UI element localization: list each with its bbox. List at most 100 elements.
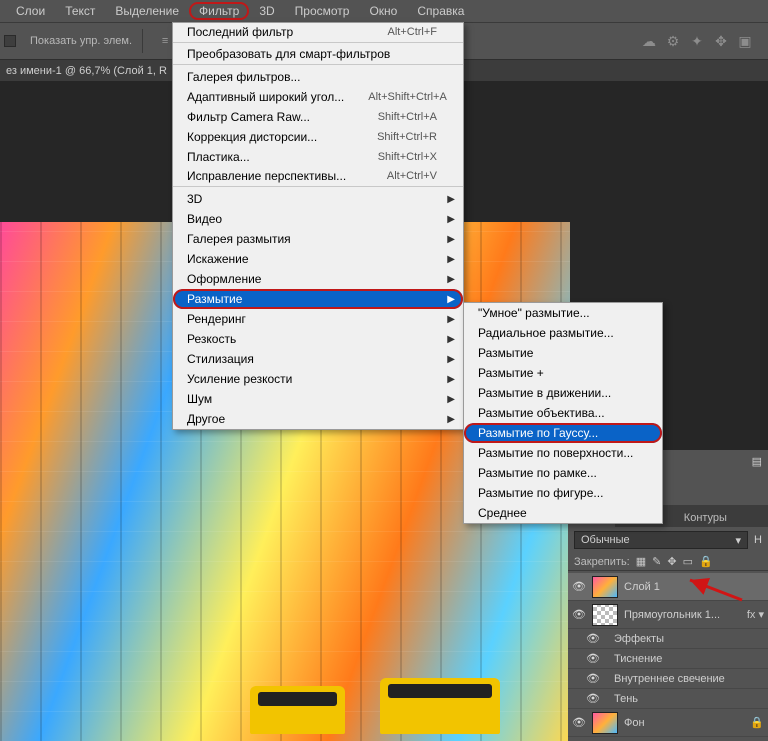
layer-effect-row[interactable]: 👁Тень [568,689,768,709]
chevron-right-icon: ▶ [447,334,455,345]
filter-menu-item[interactable]: 3D▶ [173,189,463,209]
lock-artboard-icon[interactable]: ▭ [683,555,693,568]
blur-submenu-item[interactable]: Размытие [464,343,662,363]
blur-submenu-item[interactable]: Размытие в движении... [464,383,662,403]
filter-menu-item[interactable]: Фильтр Camera Raw...Shift+Ctrl+A [173,107,463,127]
blur-submenu-item[interactable]: "Умное" размытие... [464,303,662,323]
visibility-icon[interactable]: 👁 [586,672,600,685]
visibility-icon[interactable]: 👁 [572,580,586,593]
menu-item-просмотр[interactable]: Просмотр [285,2,360,20]
filter-menu-item[interactable]: Коррекция дисторсии...Shift+Ctrl+R [173,127,463,147]
filter-menu-item[interactable]: Искажение▶ [173,249,463,269]
chevron-right-icon: ▶ [447,374,455,385]
visibility-icon[interactable]: 👁 [572,608,586,621]
opacity-label: Н [754,534,762,546]
tab-контуры[interactable]: Контуры [674,509,737,527]
visibility-icon[interactable]: 👁 [586,632,600,645]
layer-thumbnail[interactable] [592,712,618,734]
layer-row[interactable]: 👁 Слой 1 [568,573,768,601]
camera-icon[interactable]: ▣ [736,32,754,50]
layers-panel: СлоиКаналыКонтуры Обычные ▾ Н Закрепить:… [568,505,768,741]
filter-menu-item[interactable]: Стилизация▶ [173,349,463,369]
menu-item-выделение[interactable]: Выделение [105,2,189,20]
filter-menu-item[interactable]: Оформление▶ [173,269,463,289]
gear-icon[interactable]: ⚙ [664,32,682,50]
layer-name: Прямоугольник 1... [624,609,741,621]
blur-submenu-item[interactable]: Размытие по фигуре... [464,483,662,503]
lock-move-icon[interactable]: ✥ [667,555,676,568]
layer-effect-row[interactable]: 👁 Эффекты [568,629,768,649]
filter-menu-item[interactable]: Пластика...Shift+Ctrl+X [173,147,463,167]
effect-name: Эффекты [614,633,664,645]
cloud-icon[interactable]: ☁ [640,32,658,50]
menu-item-текст[interactable]: Текст [55,2,105,20]
lock-all-icon[interactable]: 🔒 [699,555,713,568]
blend-mode-value: Обычные [581,534,630,546]
filter-menu-item[interactable]: Шум▶ [173,389,463,409]
filter-menu-item[interactable]: Размытие▶ [173,289,463,309]
menu-bar: СлоиТекстВыделениеФильтр3DПросмотрОкноСп… [0,0,768,22]
filter-menu-item[interactable]: Рендеринг▶ [173,309,463,329]
blur-submenu-item[interactable]: Размытие + [464,363,662,383]
move-icon[interactable]: ✥ [712,32,730,50]
chevron-right-icon: ▶ [447,274,455,285]
blur-submenu-item[interactable]: Размытие по поверхности... [464,443,662,463]
filter-menu-item[interactable]: Галерея размытия▶ [173,229,463,249]
effect-name: Тиснение [614,653,662,665]
filter-menu-item[interactable]: Адаптивный широкий угол...Alt+Shift+Ctrl… [173,87,463,107]
blur-submenu-item[interactable]: Среднее [464,503,662,523]
filter-menu-item[interactable]: Резкость▶ [173,329,463,349]
chevron-right-icon: ▶ [447,354,455,365]
chevron-right-icon: ▶ [447,314,455,325]
blur-submenu-item[interactable]: Размытие объектива... [464,403,662,423]
chevron-right-icon: ▶ [447,394,455,405]
document-tab-label: ез имени-1 @ 66,7% (Слой 1, R [6,65,167,77]
lock-label: Закрепить: [574,556,630,568]
visibility-icon[interactable]: 👁 [586,692,600,705]
blend-mode-select[interactable]: Обычные ▾ [574,531,748,549]
filter-menu-item[interactable]: Другое▶ [173,409,463,429]
menu-item-фильтр[interactable]: Фильтр [189,2,249,20]
menu-item-справка[interactable]: Справка [407,2,474,20]
layer-effect-row[interactable]: 👁Внутреннее свечение [568,669,768,689]
chevron-right-icon: ▶ [447,414,455,425]
filter-menu: Последний фильтрAlt+Ctrl+FПреобразовать … [172,22,464,430]
filter-menu-item[interactable]: Усиление резкости▶ [173,369,463,389]
chevron-right-icon: ▶ [447,294,455,305]
menu-item-слои[interactable]: Слои [6,2,55,20]
blur-submenu: "Умное" размытие...Радиальное размытие..… [463,302,663,524]
chevron-down-icon: ▾ [736,534,742,547]
layer-thumbnail[interactable] [592,604,618,626]
layer-name: Фон [624,717,744,729]
layer-row[interactable]: 👁 Прямоугольник 1... fx ▾ [568,601,768,629]
filter-menu-item[interactable]: Галерея фильтров... [173,67,463,87]
menu-item-3d[interactable]: 3D [249,2,284,20]
visibility-icon[interactable]: 👁 [572,716,586,729]
filter-menu-item[interactable]: Видео▶ [173,209,463,229]
blur-submenu-item[interactable]: Радиальное размытие... [464,323,662,343]
menu-item-окно[interactable]: Окно [359,2,407,20]
show-handles-label: Показать упр. элем. [30,35,132,47]
lock-pixels-icon[interactable]: ▦ [636,555,646,568]
filter-menu-item[interactable]: Преобразовать для смарт-фильтров [173,45,463,65]
layer-name: Слой 1 [624,581,764,593]
chevron-right-icon: ▶ [447,254,455,265]
visibility-icon[interactable]: 👁 [586,652,600,665]
snap-icon[interactable]: ✦ [688,32,706,50]
fx-badge[interactable]: fx ▾ [747,608,764,621]
filter-menu-item[interactable]: Последний фильтрAlt+Ctrl+F [173,23,463,43]
layer-thumbnail[interactable] [592,576,618,598]
chevron-right-icon: ▶ [447,234,455,245]
layer-row[interactable]: 👁 Фон 🔒 [568,709,768,737]
lock-brush-icon[interactable]: ✎ [652,555,661,568]
lock-icon: 🔒 [750,716,764,729]
filter-menu-item[interactable]: Исправление перспективы...Alt+Ctrl+V [173,167,463,187]
show-handles-checkbox[interactable] [4,35,16,47]
layer-list: 👁Слой 1👁Прямоугольник 1...fx ▾👁Эффекты👁Т… [568,571,768,737]
chevron-right-icon: ▶ [447,194,455,205]
chevron-right-icon: ▶ [447,214,455,225]
panel-menu-icon[interactable]: ▤ [752,455,762,468]
blur-submenu-item[interactable]: Размытие по Гауссу... [464,423,662,443]
layer-effect-row[interactable]: 👁 Тиснение [568,649,768,669]
blur-submenu-item[interactable]: Размытие по рамке... [464,463,662,483]
